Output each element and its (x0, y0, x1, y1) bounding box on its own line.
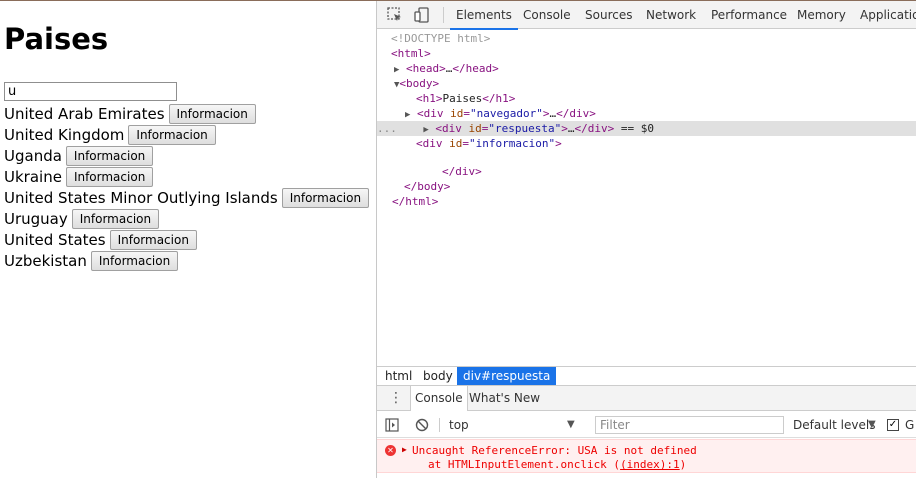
informacion-button[interactable]: Informacion (90, 250, 179, 271)
informacion-button[interactable]: Informacion (71, 208, 160, 229)
dom-node-div-close[interactable]: </div> (442, 164, 482, 179)
breadcrumb: html body div#respuesta (377, 366, 916, 385)
breadcrumb-body[interactable]: body (417, 367, 459, 385)
informacion-button[interactable]: Informacion (109, 229, 197, 250)
group-similar-label: G (905, 418, 915, 432)
tab-application[interactable]: Applicatio (860, 1, 916, 29)
informacion-button[interactable]: Informacion (65, 145, 154, 166)
tab-memory[interactable]: Memory (797, 1, 846, 29)
dom-node-div-navegador[interactable]: ▶ <div id="navegador">…</div> (405, 106, 596, 121)
country-name: United Arab Emirates (4, 104, 165, 123)
dom-node-body[interactable]: ▼<body> (394, 76, 439, 91)
country-row: United States Minor Outlying Islands Inf… (4, 187, 370, 208)
expand-triangle-icon[interactable]: ▶ (405, 110, 410, 120)
country-row: United Kingdom Informacion (4, 124, 369, 145)
dom-tree: <!DOCTYPE html> <html> ▶ <head>…</head> … (377, 30, 916, 364)
page-title: Paises (4, 22, 109, 56)
dom-node-doctype[interactable]: <!DOCTYPE html> (391, 31, 490, 46)
country-name: United States (4, 230, 106, 249)
toolbar-separator (439, 418, 440, 432)
country-row: Ukraine Informacion (4, 166, 369, 187)
country-name: Uzbekistan (4, 251, 87, 270)
log-levels-dropdown[interactable]: Default levels (793, 412, 875, 438)
clear-console-icon[interactable] (415, 418, 429, 432)
informacion-button[interactable]: Informacion (128, 124, 216, 145)
breadcrumb-html[interactable]: html (379, 367, 418, 385)
country-name: Uruguay (4, 209, 68, 228)
dom-node-div-informacion[interactable]: <div id="informacion"> (416, 136, 562, 151)
informacion-button[interactable]: Informacion (65, 166, 154, 187)
console-error-message: ✕ ▶ Uncaught ReferenceError: USA is not … (377, 439, 916, 473)
drawer-tab-whats-new[interactable]: What's New (465, 386, 544, 411)
drawer-tab-console[interactable]: Console (410, 386, 468, 411)
country-name: Ukraine (4, 167, 62, 186)
informacion-button[interactable]: Informacion (281, 187, 370, 208)
error-source-link[interactable]: (index):1 (620, 458, 680, 471)
inspect-element-icon[interactable] (386, 6, 404, 24)
expand-triangle-icon[interactable]: ▶ (394, 65, 399, 75)
country-list: United Arab Emirates Informacion United … (4, 103, 370, 271)
country-name: Uganda (4, 146, 62, 165)
dom-node-h1[interactable]: <h1>Paises</h1> (416, 91, 515, 106)
error-icon: ✕ (385, 445, 396, 456)
group-similar-checkbox[interactable]: ✓ (887, 419, 899, 431)
informacion-button[interactable]: Informacion (168, 103, 256, 124)
breadcrumb-div-respuesta[interactable]: div#respuesta (457, 367, 557, 385)
expand-error-icon[interactable]: ▶ (402, 445, 407, 454)
devtools-tab-bar: Elements Console Sources Network Perform… (377, 1, 916, 30)
country-row: United Arab Emirates Informacion (4, 103, 369, 124)
country-search-input[interactable] (4, 82, 177, 101)
country-name: United States Minor Outlying Islands (4, 188, 278, 207)
dom-node-html-close[interactable]: </html> (392, 194, 438, 209)
country-name: United Kingdom (4, 125, 125, 144)
toolbar-separator (443, 7, 444, 23)
log-levels-chevron-icon[interactable]: ▼ (868, 412, 876, 438)
dom-node-html[interactable]: <html> (391, 46, 431, 61)
country-row: United States Informacion (4, 229, 369, 250)
tab-elements[interactable]: Elements (450, 1, 518, 30)
dom-node-div-respuesta[interactable]: ... ▶ <div id="respuesta">…</div> == $0 (377, 121, 916, 136)
sidebar-toggle-icon[interactable] (385, 418, 399, 432)
console-filter-input[interactable]: Filter (595, 416, 784, 434)
expand-triangle-icon[interactable]: ▶ (423, 125, 428, 135)
dom-node-head[interactable]: ▶ <head>…</head> (394, 61, 499, 76)
devtools-panel: Elements Console Sources Network Perform… (376, 1, 916, 478)
country-row: Uganda Informacion (4, 145, 369, 166)
tab-performance[interactable]: Performance (711, 1, 787, 29)
country-row: Uruguay Informacion (4, 208, 369, 229)
more-options-icon[interactable]: ⋮ (389, 390, 403, 406)
context-dropdown-icon[interactable]: ▼ (567, 412, 575, 438)
dom-node-body-close[interactable]: </body> (404, 179, 450, 194)
error-stack-line: at HTMLInputElement.onclick ((index):1) (428, 458, 687, 471)
tab-sources[interactable]: Sources (585, 1, 632, 29)
tab-network[interactable]: Network (646, 1, 696, 29)
drawer-tab-bar: ⋮ Console What's New (377, 385, 916, 411)
tab-console[interactable]: Console (523, 1, 571, 29)
error-text: Uncaught ReferenceError: USA is not defi… (412, 444, 697, 457)
context-selector[interactable]: top (449, 412, 469, 438)
country-row: Uzbekistan Informacion (4, 250, 369, 271)
page-content: Paises United Arab Emirates Informacion … (0, 1, 376, 478)
device-toolbar-icon[interactable] (413, 6, 431, 24)
console-toolbar: top ▼ Filter Default levels ▼ ✓ G (377, 412, 916, 438)
